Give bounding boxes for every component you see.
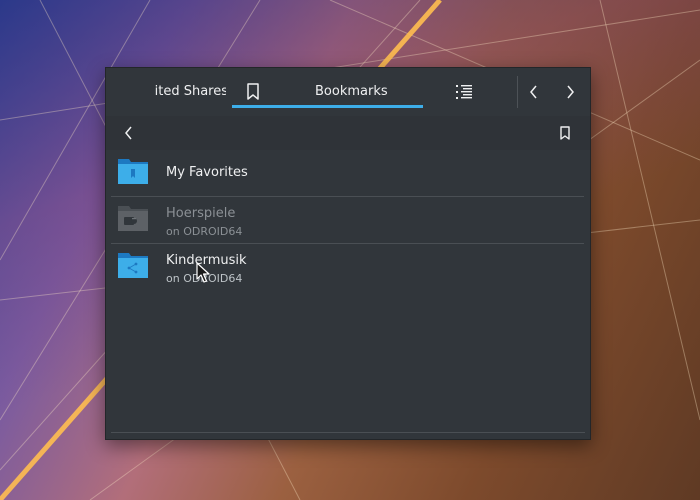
folder-network-share-icon [118,253,148,278]
bookmark-icon [560,126,570,140]
bookmark-icon [247,83,259,100]
list-item[interactable]: Hoerspiele on ODROID64 [111,197,584,244]
divider [517,76,518,108]
chevron-right-icon [567,85,574,99]
tab-label: ited Shares [154,84,226,99]
mouse-pointer-icon [196,262,210,283]
bookmark-location: on ODROID64 [166,225,243,238]
bookmarks-list: My Favorites Hoerspiele on ODROID64 Kind… [111,150,584,290]
bookmark-name: My Favorites [166,165,248,180]
list-icon [456,85,472,99]
bookmark-name: Hoerspiele [166,206,236,221]
add-bookmark-button[interactable] [556,124,574,142]
folder-bookmark-icon [118,159,148,184]
list-item[interactable]: My Favorites [111,150,584,197]
bookmarks-panel: ited Shares Bookmarks My Favorites Hoers… [105,67,591,440]
tab-list-view[interactable] [441,68,487,116]
scroll-tabs-right-button[interactable] [560,82,580,102]
tab-shared-folders[interactable]: ited Shares [106,68,226,116]
back-button[interactable] [120,124,138,142]
chevron-left-icon [125,126,132,140]
divider [111,432,585,433]
folder-network-offline-icon [118,206,148,231]
active-tab-indicator [232,105,423,108]
tab-bookmarks[interactable]: Bookmarks [227,68,423,116]
chevron-left-icon [530,85,537,99]
tab-bar: ited Shares Bookmarks [106,68,590,116]
tab-label: Bookmarks [315,84,388,99]
scroll-tabs-left-button[interactable] [524,82,544,102]
bookmarks-toolbar [106,116,590,150]
list-item[interactable]: Kindermusik on ODROID64 [111,244,584,290]
